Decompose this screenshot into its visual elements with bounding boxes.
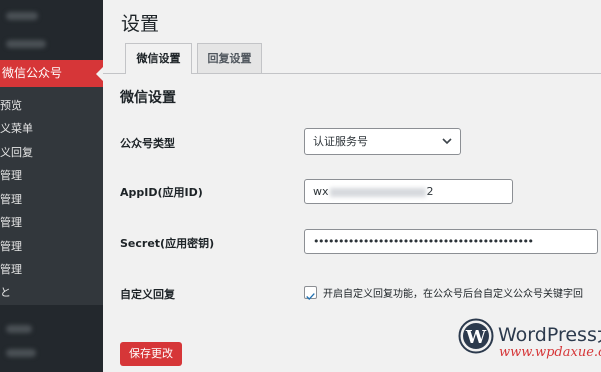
submenu-item[interactable]: 义回复 <box>0 144 103 160</box>
submenu-item[interactable]: と <box>0 284 103 300</box>
secret-value: ••••••••••••••••••••••••••••••••••••••••… <box>313 235 534 248</box>
account-type-select[interactable]: 认证服务号 <box>304 128 461 155</box>
custom-reply-checkbox[interactable] <box>304 286 317 301</box>
secret-label: Secret(应用密钥) <box>120 237 215 250</box>
submenu-item[interactable]: 管理 <box>0 214 103 230</box>
watermark: W WordPress大 www.wpdaxue.com <box>458 318 601 368</box>
secret-input[interactable]: ••••••••••••••••••••••••••••••••••••••••… <box>304 229 598 254</box>
sidebar-item-label: 微信公众号 <box>2 66 63 80</box>
sidebar-item-blurred[interactable] <box>6 40 46 48</box>
submenu-item[interactable]: 管理 <box>0 167 103 183</box>
appid-input[interactable]: wx 2 <box>304 179 513 204</box>
sidebar-item-blurred[interactable] <box>6 12 38 20</box>
watermark-brand: WordPress大 <box>498 324 601 346</box>
wordpress-logo-icon: W <box>458 318 494 354</box>
account-type-label: 公众号类型 <box>120 137 175 150</box>
submenu-item[interactable]: 义菜单 <box>0 120 103 136</box>
section-title: 微信设置 <box>120 90 176 106</box>
page-title: 设置 <box>121 13 160 35</box>
sidebar-item-blurred[interactable] <box>6 325 32 333</box>
appid-value-end: 2 <box>426 185 434 198</box>
sidebar-item-blurred[interactable] <box>6 349 36 357</box>
tab-wechat-settings[interactable]: 微信设置 <box>125 43 192 74</box>
watermark-url: www.wpdaxue.com <box>499 345 601 360</box>
submenu-item[interactable]: 预览 <box>0 97 103 113</box>
tab-reply-settings[interactable]: 回复设置 <box>197 43 262 73</box>
submenu-item[interactable]: 管理 <box>0 238 103 254</box>
custom-reply-label: 自定义回复 <box>120 288 175 301</box>
custom-reply-description[interactable]: 开启自定义回复功能，在公众号后台自定义公众号关键字回 <box>323 285 583 300</box>
sidebar-item-wechat[interactable]: 微信公众号 <box>0 60 103 87</box>
chevron-down-icon <box>442 138 452 145</box>
sidebar-submenu: 预览 义菜单 义回复 管理 管理 管理 管理 管理 と <box>0 87 103 305</box>
submenu-item[interactable]: 管理 <box>0 261 103 277</box>
appid-label: AppID(应用ID) <box>120 186 203 199</box>
account-type-value: 认证服务号 <box>313 135 368 148</box>
submenu-item[interactable]: 管理 <box>0 191 103 207</box>
admin-sidebar: 微信公众号 预览 义菜单 义回复 管理 管理 管理 管理 管理 と <box>0 0 103 372</box>
appid-value-start: wx <box>313 185 329 198</box>
save-button[interactable]: 保存更改 <box>120 342 182 366</box>
checkmark-icon <box>306 293 315 301</box>
svg-text:W: W <box>465 327 487 348</box>
redacted-text <box>329 187 426 197</box>
